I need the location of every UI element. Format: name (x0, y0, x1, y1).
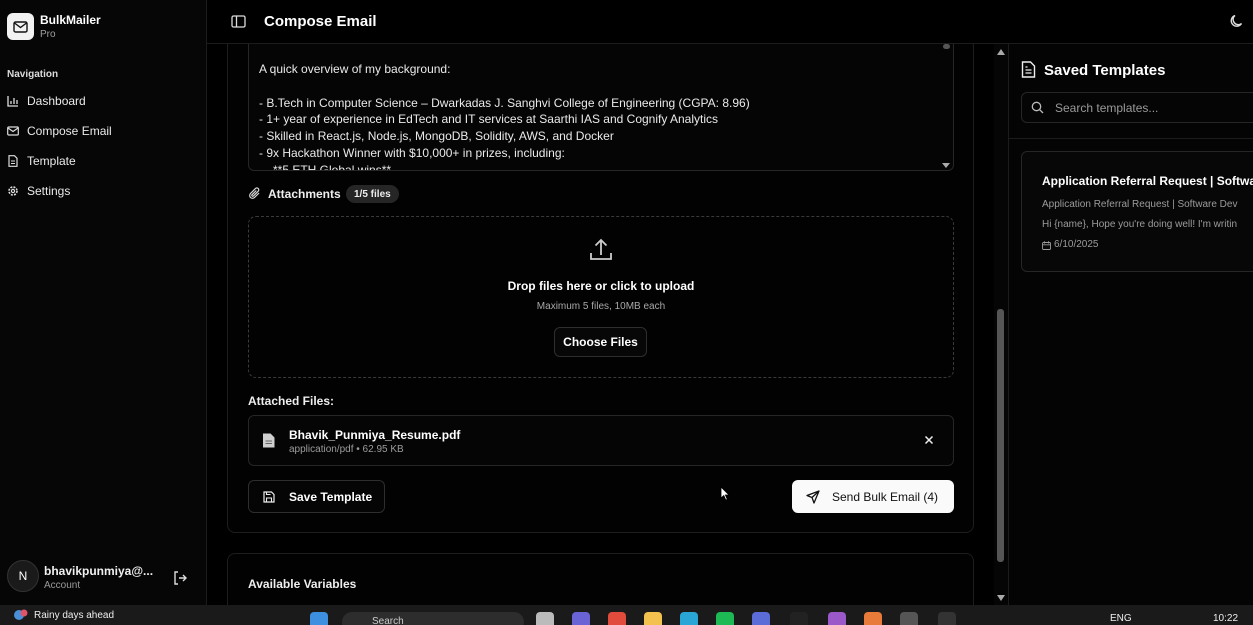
gear-icon (8, 186, 18, 196)
template-title: Application Referral Request | Software (1042, 174, 1253, 188)
app-logo (7, 13, 34, 40)
sidebar-item-template[interactable]: Template (7, 150, 76, 172)
sidebar-item-label: Settings (27, 184, 71, 198)
taskbar-app-icon[interactable] (572, 612, 590, 625)
paperclip-icon (249, 187, 260, 199)
panel-divider (1008, 138, 1253, 139)
nav-heading: Navigation (7, 69, 59, 80)
send-bulk-email-label: Send Bulk Email (4) (832, 489, 939, 504)
user-role: Account (44, 580, 81, 591)
file-text-icon (1021, 61, 1036, 78)
choose-files-button[interactable]: Choose Files (554, 327, 647, 357)
mouse-cursor-icon (720, 486, 730, 501)
taskbar-app-icon[interactable] (864, 612, 882, 625)
file-count-badge: 1/5 files (346, 185, 399, 203)
calendar-icon (1042, 241, 1051, 250)
file-meta: application/pdf • 62.95 KB (289, 444, 404, 455)
template-subject: Application Referral Request | Software … (1042, 199, 1238, 210)
main-scroll-thumb[interactable] (997, 309, 1004, 562)
send-icon (806, 489, 820, 504)
taskbar-app-icon[interactable] (900, 612, 918, 625)
taskbar-app-icon[interactable] (536, 612, 554, 625)
email-body-text: A quick overview of my background: - B.T… (259, 62, 750, 171)
sidebar-toggle-icon[interactable] (231, 14, 246, 29)
template-date: 6/10/2025 (1054, 239, 1099, 250)
taskbar-search[interactable]: Search (342, 612, 524, 625)
avatar[interactable]: N (7, 560, 39, 592)
app-name: BulkMailer (40, 13, 101, 27)
logout-icon[interactable] (172, 570, 188, 586)
send-bulk-email-button[interactable]: Send Bulk Email (4) (792, 480, 954, 513)
saved-templates-panel (1008, 44, 1253, 605)
spotify-icon[interactable] (716, 612, 734, 625)
page-title: Compose Email (264, 13, 377, 30)
save-template-label: Save Template (289, 489, 373, 504)
taskbar-app-icon[interactable] (790, 612, 808, 625)
app-plan: Pro (40, 29, 56, 40)
sidebar-item-label: Compose Email (27, 124, 112, 138)
language-indicator[interactable]: ENG (1110, 613, 1132, 624)
weather-icon (14, 609, 28, 620)
user-name: bhavikpunmiya@... (44, 564, 154, 578)
attachments-label: Attachments (268, 187, 341, 201)
upload-icon (590, 238, 612, 260)
taskbar-app-icon[interactable] (938, 612, 956, 625)
moon-icon[interactable] (1229, 13, 1245, 29)
mail-icon (13, 20, 28, 33)
search-icon (1031, 101, 1044, 114)
close-icon[interactable] (923, 434, 935, 446)
weather-text: Rainy days ahead (34, 610, 115, 621)
dropzone-subtitle: Maximum 5 files, 10MB each (536, 301, 666, 312)
textarea-scroll-thumb[interactable] (943, 44, 950, 49)
mail-icon (7, 126, 19, 136)
attached-files-label: Attached Files: (248, 394, 335, 408)
bar-chart-icon (7, 96, 18, 107)
template-card[interactable] (1021, 151, 1253, 272)
taskbar-app-icon[interactable] (680, 612, 698, 625)
email-body-textarea[interactable]: A quick overview of my background: - B.T… (248, 44, 954, 171)
variables-title: Available Variables (248, 577, 357, 591)
sidebar-item-compose-email[interactable]: Compose Email (7, 120, 112, 142)
weather-widget[interactable]: Rainy days ahead (13, 606, 114, 625)
os-taskbar (0, 605, 1253, 625)
file-name: Bhavik_Punmiya_Resume.pdf (289, 428, 461, 442)
textarea-scrollbar[interactable] (939, 44, 953, 170)
taskbar-app-icon[interactable] (608, 612, 626, 625)
template-preview: Hi {name}, Hope you're doing well! I'm w… (1042, 219, 1238, 230)
clock[interactable]: 10:22 AM (1213, 613, 1253, 625)
taskbar-app-icon[interactable] (828, 612, 846, 625)
save-template-button[interactable]: Save Template (248, 480, 385, 513)
file-icon (263, 433, 275, 448)
sidebar-item-settings[interactable]: Settings (7, 180, 70, 202)
dropzone-title: Drop files here or click to upload (507, 279, 695, 293)
saved-templates-title: Saved Templates (1044, 62, 1166, 79)
save-icon (263, 490, 275, 503)
sidebar-item-dashboard[interactable]: Dashboard (7, 90, 86, 112)
sidebar-item-label: Template (27, 154, 76, 168)
windows-start-icon[interactable] (310, 612, 328, 625)
taskbar-app-icon[interactable] (752, 612, 770, 625)
sidebar-item-label: Dashboard (27, 94, 86, 108)
folder-icon[interactable] (644, 612, 662, 625)
file-text-icon (8, 155, 18, 167)
template-search-input[interactable] (1021, 92, 1253, 123)
